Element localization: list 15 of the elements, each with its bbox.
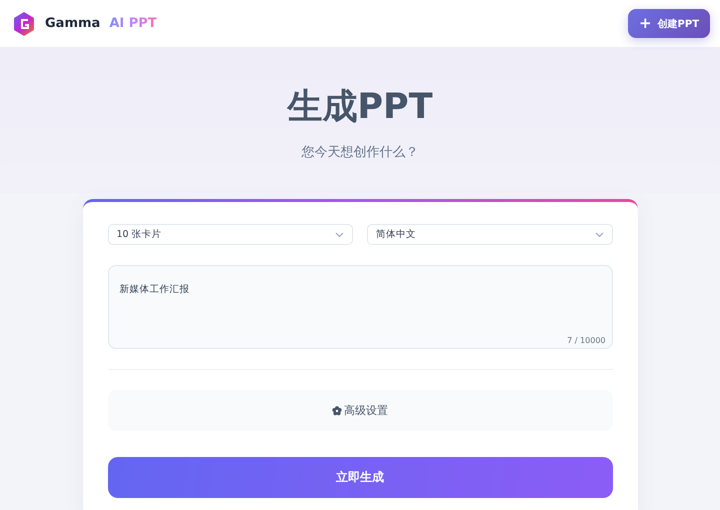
chevron-down-icon — [335, 232, 344, 238]
prompt-field[interactable]: 新媒体工作汇报 7 / 10000 — [108, 265, 612, 349]
chevron-down-icon — [594, 232, 604, 238]
page-subtitle: 您今天想创作什么？ — [302, 144, 418, 161]
prompt-text: 新媒体工作汇报 — [120, 284, 190, 295]
create-ppt-button[interactable]: + 创建PPT — [628, 9, 710, 38]
dropdown-field[interactable]: 10 张卡片 — [108, 224, 353, 245]
brand-name: Gamma — [45, 16, 100, 31]
dropdown-field[interactable]: 简体中文 — [367, 224, 612, 245]
advanced-settings-button[interactable]: 高级设置 — [108, 390, 612, 431]
character-counter: 7 / 10000 — [567, 336, 606, 345]
logo-icon — [12, 10, 36, 36]
generate-button[interactable]: 立即生成 — [108, 457, 612, 498]
settings-icon — [332, 406, 342, 416]
page-title: 生成PPT — [287, 86, 433, 129]
